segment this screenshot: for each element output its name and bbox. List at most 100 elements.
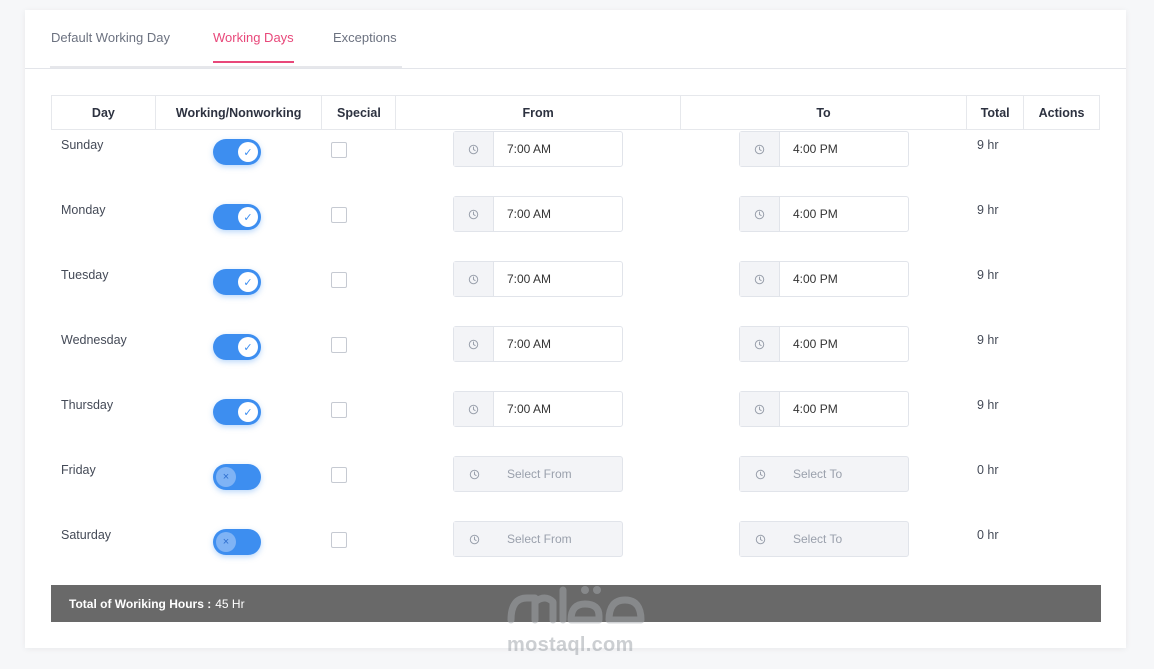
to-time-input[interactable]: 4:00 PM: [739, 131, 909, 167]
to-time-input[interactable]: 4:00 PM: [739, 196, 909, 232]
total-hours: 9 hr: [977, 138, 999, 152]
to-time-value: Select To: [793, 467, 843, 481]
x-icon: ×: [216, 467, 236, 487]
working-toggle[interactable]: ×: [213, 464, 261, 490]
day-name: Sunday: [61, 138, 104, 152]
from-time-input[interactable]: 7:00 AM: [453, 261, 623, 297]
column-header-from: From: [396, 96, 681, 129]
table-row: Sunday ✓ 7:00 AM 4:00 PM 9 hr: [51, 131, 1100, 203]
working-toggle[interactable]: ✓: [213, 204, 261, 230]
to-time-input[interactable]: Select To: [739, 521, 909, 557]
clock-icon: [454, 262, 494, 296]
to-time-input[interactable]: Select To: [739, 456, 909, 492]
to-time-value: 4:00 PM: [793, 402, 838, 416]
clock-icon: [740, 197, 780, 231]
mostaql-logo-icon: [507, 586, 645, 624]
clock-icon: [454, 457, 494, 491]
table-row: Monday ✓ 7:00 AM 4:00 PM 9 hr: [51, 196, 1100, 268]
total-hours: 9 hr: [977, 203, 999, 217]
column-header-day: Day: [52, 96, 156, 129]
special-checkbox[interactable]: [331, 207, 347, 223]
from-time-input[interactable]: 7:00 AM: [453, 391, 623, 427]
day-name: Friday: [61, 463, 96, 477]
total-hours: 9 hr: [977, 268, 999, 282]
mostaql-watermark: mostaql.com: [505, 580, 650, 658]
tab-working-days[interactable]: Working Days: [213, 30, 294, 63]
column-header-special: Special: [322, 96, 397, 129]
clock-icon: [740, 457, 780, 491]
total-hours: 9 hr: [977, 398, 999, 412]
special-checkbox[interactable]: [331, 402, 347, 418]
day-name: Wednesday: [61, 333, 127, 347]
from-time-value: 7:00 AM: [507, 272, 552, 286]
watermark-text: mostaql.com: [507, 634, 634, 656]
day-name: Tuesday: [61, 268, 109, 282]
clock-icon: [740, 392, 780, 426]
from-time-input[interactable]: 7:00 AM: [453, 326, 623, 362]
clock-icon: [740, 262, 780, 296]
to-time-value: 4:00 PM: [793, 142, 838, 156]
special-checkbox[interactable]: [331, 142, 347, 158]
from-time-value: Select From: [507, 467, 572, 481]
special-checkbox[interactable]: [331, 467, 347, 483]
day-name: Saturday: [61, 528, 112, 542]
special-checkbox[interactable]: [331, 532, 347, 548]
check-icon: ✓: [238, 402, 258, 422]
clock-icon: [740, 522, 780, 556]
column-header-total: Total: [967, 96, 1025, 129]
total-hours-label: Total of Woriking Hours :: [69, 596, 212, 611]
to-time-value: 4:00 PM: [793, 272, 838, 286]
day-name: Monday: [61, 203, 106, 217]
from-time-value: 7:00 AM: [507, 142, 552, 156]
column-header-working: Working/Nonworking: [156, 96, 323, 129]
working-toggle[interactable]: ✓: [213, 139, 261, 165]
check-icon: ✓: [238, 207, 258, 227]
table-row: Tuesday ✓ 7:00 AM 4:00 PM 9 hr: [51, 261, 1100, 333]
from-time-input[interactable]: 7:00 AM: [453, 131, 623, 167]
tab-default-working-day[interactable]: Default Working Day: [51, 30, 170, 62]
day-name: Thursday: [61, 398, 114, 412]
clock-icon: [454, 392, 494, 426]
tab-bar-underline: [50, 66, 402, 68]
clock-icon: [454, 197, 494, 231]
clock-icon: [454, 327, 494, 361]
column-header-actions: Actions: [1038, 105, 1085, 120]
clock-icon: [454, 132, 494, 166]
from-time-input[interactable]: Select From: [453, 456, 623, 492]
check-icon: ✓: [238, 142, 258, 162]
working-days-card: Default Working Day Working Days Excepti…: [25, 10, 1126, 648]
table-row: Thursday ✓ 7:00 AM 4:00 PM 9 hr: [51, 391, 1100, 463]
check-icon: ✓: [238, 272, 258, 292]
working-toggle[interactable]: ✓: [213, 269, 261, 295]
to-time-value: 4:00 PM: [793, 207, 838, 221]
table-header: Day Working/Nonworking Special From To T…: [51, 95, 1100, 130]
tab-bar: Default Working Day Working Days Excepti…: [25, 10, 1126, 69]
clock-icon: [740, 132, 780, 166]
working-toggle[interactable]: ✓: [213, 334, 261, 360]
table-row: Wednesday ✓ 7:00 AM 4:00 PM 9 hr: [51, 326, 1100, 398]
clock-icon: [454, 522, 494, 556]
to-time-value: 4:00 PM: [793, 337, 838, 351]
column-header-to: To: [681, 96, 968, 129]
tab-exceptions[interactable]: Exceptions: [333, 30, 397, 62]
from-time-value: 7:00 AM: [507, 402, 552, 416]
from-time-input[interactable]: Select From: [453, 521, 623, 557]
table-row: Friday × Select From Select To 0 hr: [51, 456, 1100, 528]
total-hours: 0 hr: [977, 463, 999, 477]
special-checkbox[interactable]: [331, 272, 347, 288]
total-hours: 0 hr: [977, 528, 999, 542]
check-icon: ✓: [238, 337, 258, 357]
from-time-value: 7:00 AM: [507, 337, 552, 351]
to-time-input[interactable]: 4:00 PM: [739, 391, 909, 427]
total-hours-value: 45 Hr: [215, 596, 245, 611]
working-toggle[interactable]: ✓: [213, 399, 261, 425]
working-toggle[interactable]: ×: [213, 529, 261, 555]
from-time-input[interactable]: 7:00 AM: [453, 196, 623, 232]
to-time-value: Select To: [793, 532, 843, 546]
from-time-value: Select From: [507, 532, 572, 546]
special-checkbox[interactable]: [331, 337, 347, 353]
total-hours: 9 hr: [977, 333, 999, 347]
from-time-value: 7:00 AM: [507, 207, 552, 221]
to-time-input[interactable]: 4:00 PM: [739, 261, 909, 297]
to-time-input[interactable]: 4:00 PM: [739, 326, 909, 362]
